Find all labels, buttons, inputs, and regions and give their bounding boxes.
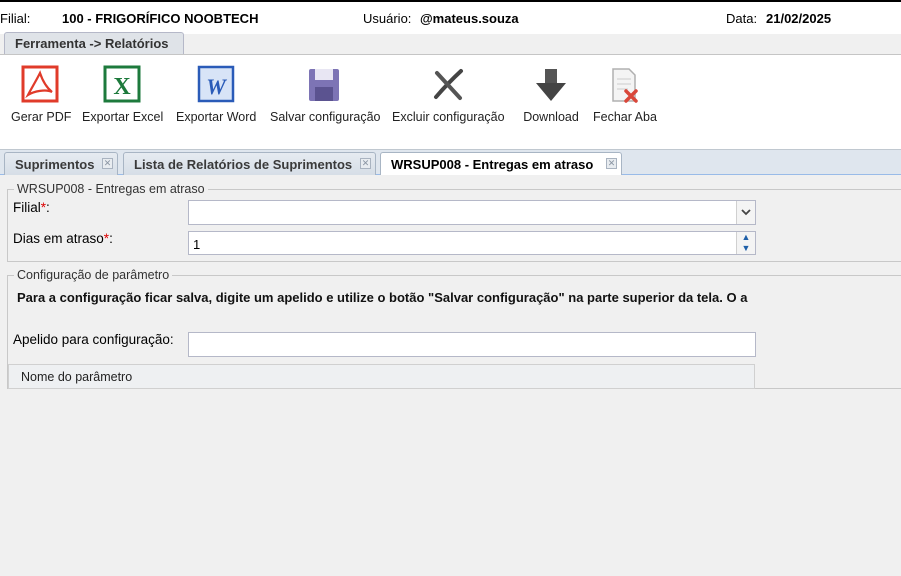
- fechar-aba-label: Fechar Aba: [593, 110, 657, 124]
- spin-down-icon[interactable]: ▼: [737, 243, 755, 254]
- usuario-value: @mateus.souza: [420, 11, 519, 26]
- salvar-configuracao-label: Salvar configuração: [270, 110, 381, 124]
- salvar-configuracao-button[interactable]: Salvar configuração: [270, 65, 381, 124]
- dias-atraso-value: 1: [193, 237, 201, 252]
- filter-legend: WRSUP008 - Entregas em atraso: [14, 182, 208, 196]
- close-icon[interactable]: ✕: [360, 158, 371, 169]
- svg-text:W: W: [206, 74, 227, 99]
- label-colon: :: [109, 231, 113, 246]
- filial-field-label-text: Filial: [13, 200, 41, 215]
- filial-combobox[interactable]: [188, 200, 756, 225]
- app-header: Filial: 100 - FRIGORÍFICO NOOBTECH Usuár…: [0, 0, 901, 34]
- filial-field-label: Filial*:: [13, 200, 50, 215]
- exportar-word-button[interactable]: W Exportar Word: [176, 65, 256, 124]
- tab-wrsup008[interactable]: WRSUP008 - Entregas em atraso ✕: [380, 152, 622, 177]
- svg-text:X: X: [113, 74, 131, 100]
- exportar-word-label: Exportar Word: [176, 110, 257, 124]
- save-icon: [309, 69, 339, 101]
- tab-lista-relatorios-label: Lista de Relatórios de Suprimentos: [134, 157, 353, 172]
- delete-x-icon: [434, 69, 463, 100]
- tab-suprimentos[interactable]: Suprimentos ✕: [4, 152, 118, 176]
- fechar-aba-button[interactable]: Fechar Aba: [593, 65, 657, 124]
- tab-suprimentos-label: Suprimentos: [15, 157, 95, 172]
- tab-wrsup008-label: WRSUP008 - Entregas em atraso: [391, 157, 594, 172]
- word-icon: W: [197, 65, 235, 103]
- tab-lista-relatorios[interactable]: Lista de Relatórios de Suprimentos ✕: [123, 152, 376, 176]
- number-spinner[interactable]: ▲ ▼: [736, 232, 755, 254]
- dias-atraso-label-text: Dias em atraso: [13, 231, 104, 246]
- excluir-configuracao-button[interactable]: Excluir configuração: [392, 65, 505, 124]
- close-icon[interactable]: ✕: [606, 158, 617, 169]
- report-tab-bar: Suprimentos ✕ Lista de Relatórios de Sup…: [0, 149, 901, 177]
- exportar-excel-button[interactable]: X Exportar Excel: [82, 65, 164, 124]
- exportar-excel-label: Exportar Excel: [82, 110, 164, 124]
- close-icon[interactable]: ✕: [102, 158, 113, 169]
- config-legend: Configuração de parâmetro: [14, 268, 173, 282]
- parameter-grid-header: Nome do parâmetro: [8, 364, 755, 389]
- data-label: Data:: [726, 11, 758, 26]
- gerar-pdf-button[interactable]: Gerar PDF: [11, 65, 72, 124]
- filial-label: Filial:: [0, 11, 31, 26]
- close-document-icon: [612, 68, 638, 103]
- dias-atraso-label: Dias em atraso*:: [13, 231, 113, 246]
- dias-atraso-number-field[interactable]: 1 ▲ ▼: [188, 231, 756, 255]
- toolbar: Gerar PDF X Exportar Excel W Exportar Wo…: [0, 54, 901, 149]
- pdf-icon: [21, 65, 59, 103]
- filial-value: 100 - FRIGORÍFICO NOOBTECH: [62, 11, 259, 26]
- usuario-label: Usuário:: [363, 11, 412, 26]
- data-value: 21/02/2025: [766, 11, 832, 26]
- download-arrow-icon: [536, 69, 566, 101]
- nome-parametro-column-header[interactable]: Nome do parâmetro: [21, 370, 132, 384]
- label-colon: :: [46, 200, 50, 215]
- gerar-pdf-label: Gerar PDF: [11, 110, 72, 124]
- apelido-label: Apelido para configuração:: [13, 332, 174, 347]
- config-info-text: Para a configuração ficar salva, digite …: [17, 290, 748, 305]
- report-form-panel: WRSUP008 - Entregas em atraso Filial*: D…: [0, 175, 901, 576]
- spin-up-icon[interactable]: ▲: [737, 232, 755, 243]
- apelido-input[interactable]: [188, 332, 756, 357]
- download-label: Download: [523, 110, 579, 124]
- excluir-configuracao-label: Excluir configuração: [392, 110, 505, 124]
- download-button[interactable]: Download: [522, 65, 580, 124]
- chevron-down-icon[interactable]: [736, 201, 755, 224]
- excel-icon: X: [103, 65, 141, 103]
- tab-ferramenta-relatorios[interactable]: Ferramenta -> Relatórios: [4, 32, 184, 54]
